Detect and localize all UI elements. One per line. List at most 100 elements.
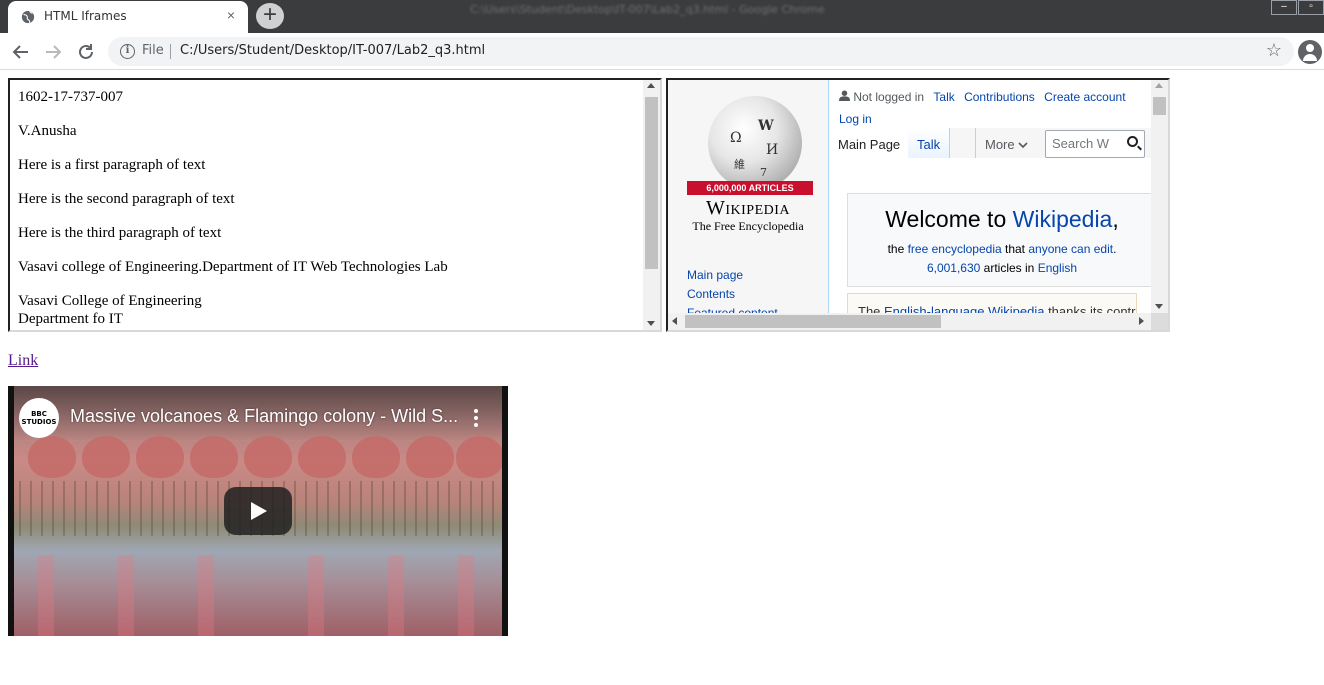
article-count-link[interactable]: 6,001,630 <box>927 261 980 275</box>
scroll-down-icon[interactable] <box>647 321 655 326</box>
welcome-box: Welcome to Wikipedia, the free encyclope… <box>847 193 1157 287</box>
video-frame-detail <box>406 436 454 478</box>
address-bar[interactable]: i File C:/Users/Student/Desktop/IT-007/L… <box>108 37 1294 66</box>
articles-banner: 6,000,000 ARTICLES <box>687 181 813 195</box>
wikipedia-user-links: Not logged in Talk Contributions Create … <box>839 90 1126 104</box>
user-icon <box>839 90 850 101</box>
welcome-that: that <box>1001 242 1029 256</box>
tab-more-label: More <box>985 137 1015 152</box>
address-url[interactable]: C:/Users/Student/Desktop/IT-007/Lab2_q3.… <box>180 43 485 58</box>
video-frame-detail <box>352 436 400 478</box>
video-frame-detail <box>244 436 292 478</box>
free-encyclopedia-link[interactable]: free encyclopedia <box>908 242 1002 256</box>
article-count-line: 6,001,630 articles in English <box>848 261 1156 275</box>
paragraph: Here is a first paragraph of text <box>18 157 206 173</box>
text-iframe[interactable]: 1602-17-737-007 V.Anusha Here is a first… <box>8 78 662 332</box>
video-frame-detail <box>38 556 54 636</box>
browser-tab[interactable]: HTML Iframes × <box>8 1 248 33</box>
nav-link-contents[interactable]: Contents <box>687 285 778 304</box>
video-letterbox <box>502 386 508 636</box>
minimize-button[interactable]: – <box>1271 0 1297 15</box>
scrollbar-thumb[interactable] <box>1153 97 1166 115</box>
log-in-link[interactable]: Log in <box>839 112 872 126</box>
video-frame-detail <box>118 556 134 636</box>
welcome-comma: , <box>1112 206 1119 232</box>
scrollbar-thumb[interactable] <box>685 315 941 328</box>
wikipedia-wordmark: Wikipedia <box>668 197 828 220</box>
video-letterbox <box>8 386 14 636</box>
window-title: C:\Users\Student\Desktop\IT-007\Lab2_q3.… <box>470 3 825 16</box>
english-link[interactable]: English <box>1038 261 1077 275</box>
wikipedia-sidebar: Ω W И 維 7 6,000,000 ARTICLES Wikipedia T… <box>668 80 828 330</box>
scroll-up-icon[interactable] <box>1155 83 1163 88</box>
globe-glyph: Ω <box>730 130 742 146</box>
horizontal-scrollbar[interactable] <box>668 313 1168 330</box>
reload-icon[interactable] <box>74 40 98 64</box>
iframe-text-content: 1602-17-737-007 V.Anusha Here is a first… <box>18 88 448 330</box>
tab-more[interactable]: More <box>975 128 1037 158</box>
globe-favicon-icon <box>21 10 35 24</box>
wikipedia-search-input[interactable]: Search W <box>1045 130 1145 158</box>
welcome-period: . <box>1113 242 1117 256</box>
wikipedia-main: Not logged in Talk Contributions Create … <box>828 80 1159 323</box>
video-frame-detail <box>458 556 474 636</box>
window-controls: – ▫ <box>1271 0 1324 16</box>
paragraph: Here is the second paragraph of text <box>18 191 235 207</box>
wikipedia-wordmark-text: Wikipedia <box>705 197 791 219</box>
welcome-heading: Welcome to Wikipedia, <box>848 206 1156 233</box>
address-line: Department fo IT <box>18 311 123 327</box>
talk-link[interactable]: Talk <box>933 90 954 104</box>
close-tab-icon[interactable]: × <box>224 8 238 22</box>
channel-avatar[interactable]: BBC STUDIOS <box>19 398 59 438</box>
search-placeholder: Search W <box>1052 136 1110 151</box>
nav-link-main-page[interactable]: Main page <box>687 266 778 285</box>
video-frame-detail <box>198 556 214 636</box>
vertical-scrollbar[interactable] <box>1151 80 1168 313</box>
video-title[interactable]: Massive volcanoes & Flamingo colony - Wi… <box>70 406 458 427</box>
tab-talk[interactable]: Talk <box>908 128 951 158</box>
address-scheme-label: File <box>142 43 164 58</box>
browser-titlebar: C:\Users\Student\Desktop\IT-007\Lab2_q3.… <box>0 0 1324 33</box>
scroll-down-icon[interactable] <box>1155 304 1163 309</box>
globe-glyph: И <box>766 142 779 158</box>
wikipedia-globe-logo[interactable]: Ω W И 維 7 <box>708 96 802 190</box>
welcome-the: the <box>887 242 908 256</box>
articles-in: articles in <box>980 261 1038 275</box>
scroll-right-icon[interactable] <box>1139 317 1144 325</box>
welcome-subline: the free encyclopedia that anyone can ed… <box>848 242 1156 256</box>
scroll-left-icon[interactable] <box>672 317 677 325</box>
wikipedia-tagline: The Free Encyclopedia <box>692 219 804 233</box>
contributions-link[interactable]: Contributions <box>964 90 1035 104</box>
info-icon[interactable]: i <box>120 44 135 59</box>
search-icon[interactable] <box>1127 136 1138 147</box>
back-arrow-icon[interactable] <box>9 40 33 64</box>
link[interactable]: Link <box>8 352 38 370</box>
browser-toolbar: i File C:/Users/Student/Desktop/IT-007/L… <box>0 33 1324 70</box>
scrollbar-thumb[interactable] <box>645 97 658 269</box>
address-block: Vasavi College of Engineering Department… <box>18 292 448 328</box>
video-frame-detail <box>388 556 404 636</box>
not-logged-in-label: Not logged in <box>853 90 925 104</box>
welcome-text: Welcome to <box>885 206 1013 232</box>
wikipedia-iframe[interactable]: Ω W И 維 7 6,000,000 ARTICLES Wikipedia T… <box>666 78 1170 332</box>
restore-button[interactable]: ▫ <box>1298 0 1324 15</box>
paragraph: 1602-17-737-007 <box>18 89 123 105</box>
new-tab-button[interactable]: + <box>256 3 284 29</box>
play-icon[interactable] <box>224 487 292 535</box>
scroll-up-icon[interactable] <box>647 83 655 88</box>
forward-arrow-icon[interactable] <box>41 40 65 64</box>
video-frame-detail <box>456 436 504 478</box>
star-icon[interactable]: ☆ <box>1266 40 1282 61</box>
profile-icon[interactable] <box>1298 40 1322 64</box>
tab-main-page[interactable]: Main Page <box>829 128 911 158</box>
youtube-video-embed[interactable]: BBC STUDIOS Massive volcanoes & Flamingo… <box>8 386 508 636</box>
wikipedia-link[interactable]: Wikipedia <box>1013 206 1113 232</box>
vertical-scrollbar[interactable] <box>643 80 660 330</box>
globe-glyph: 維 <box>734 158 745 171</box>
paragraph: Here is the third paragraph of text <box>18 225 222 241</box>
video-frame-detail <box>82 436 130 478</box>
anyone-can-edit-link[interactable]: anyone can edit <box>1028 242 1113 256</box>
video-frame-detail <box>190 436 238 478</box>
more-vert-icon[interactable] <box>474 409 478 427</box>
create-account-link[interactable]: Create account <box>1044 90 1125 104</box>
